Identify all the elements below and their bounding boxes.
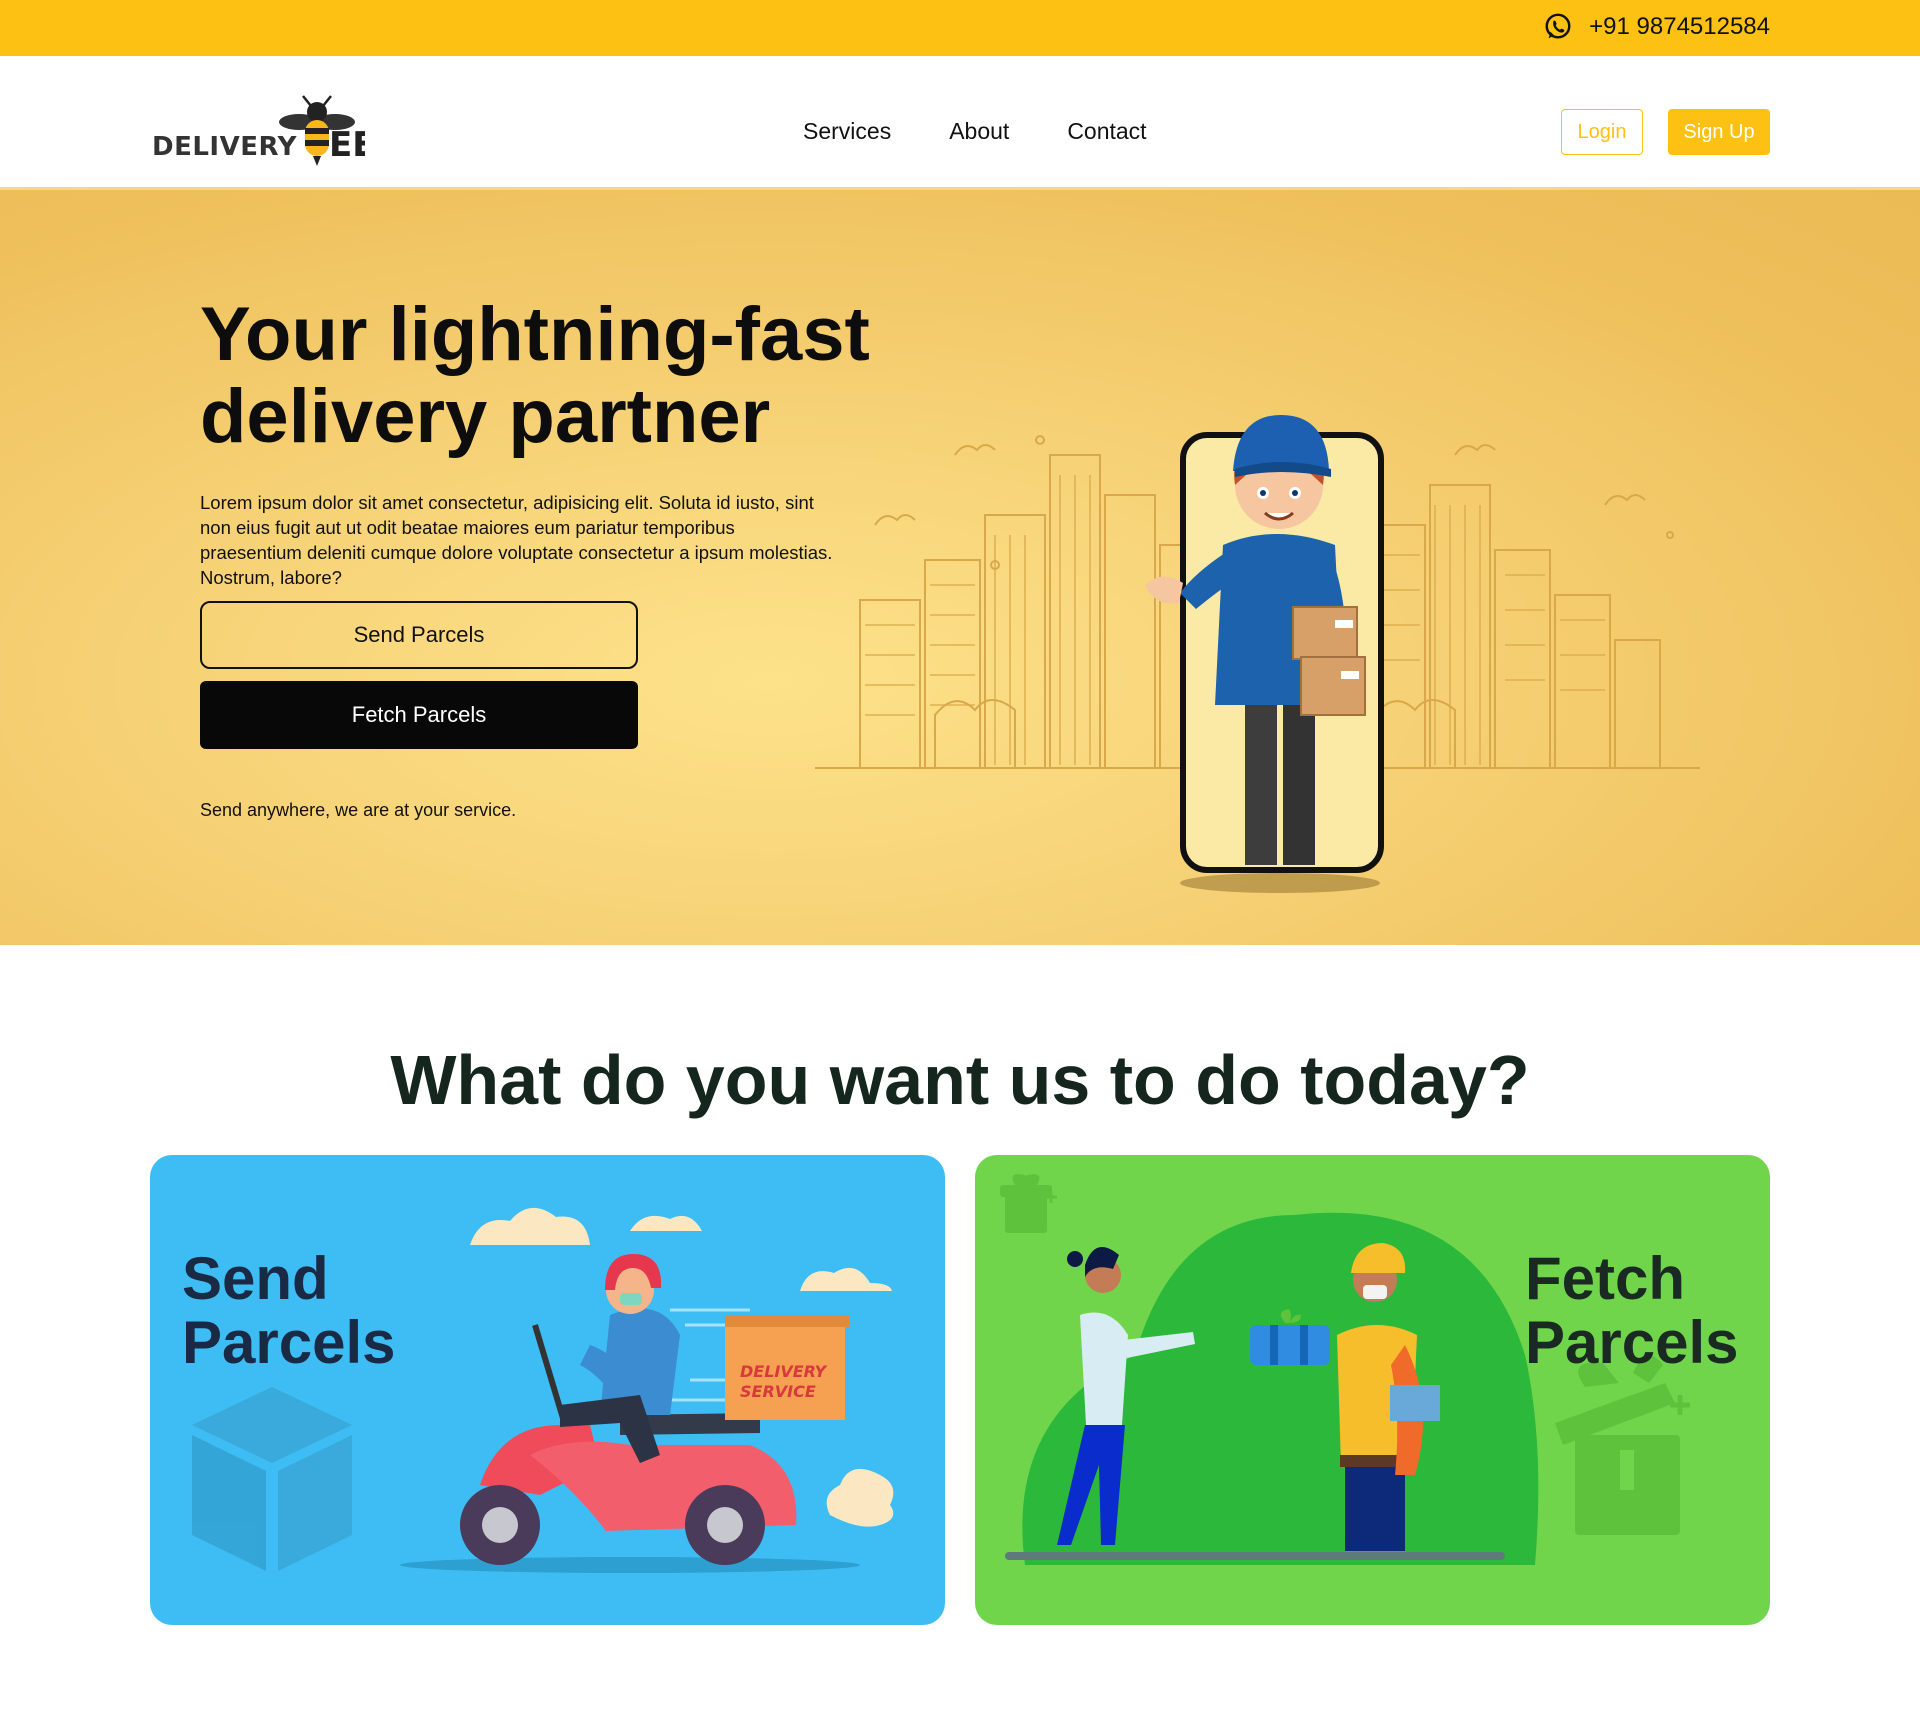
nav-link-about[interactable]: About [949,118,1009,145]
nav-link-services[interactable]: Services [803,118,891,145]
send-parcels-card[interactable]: DELIVERY SERVICE Send Parcels [150,1155,945,1625]
hero-section: Your lightning-fast delivery partner Lor… [0,190,1920,945]
send-parcels-button[interactable]: Send Parcels [200,601,638,669]
box-label-line1: DELIVERY [740,1362,828,1381]
fetch-parcels-card[interactable]: Fetch Parcels [975,1155,1770,1625]
nav-link-contact[interactable]: Contact [1067,118,1146,145]
login-button[interactable]: Login [1561,109,1643,155]
signup-button[interactable]: Sign Up [1668,109,1770,155]
phone-number: +91 9874512584 [1589,13,1770,40]
send-card-title-line2: Parcels [182,1309,396,1376]
parcel-handover-illustration [1000,1174,1690,1565]
send-card-title: Send Parcels [182,1247,396,1375]
main-navbar: DELIVERY EE Services About Contact Login… [0,56,1920,190]
fetch-card-title-line2: Parcels [1525,1309,1739,1376]
services-heading: What do you want us to do today? [390,1041,1530,1119]
scooter-delivery-illustration: DELIVERY SERVICE [192,1207,894,1573]
bee-icon: EE [279,95,365,166]
nav-links: Services About Contact [803,118,1147,145]
svg-text:EE: EE [329,125,365,165]
whatsapp-icon [1545,13,1571,39]
fetch-parcels-button[interactable]: Fetch Parcels [200,681,638,749]
contact-phone[interactable]: +91 9874512584 [1543,12,1770,42]
logo[interactable]: DELIVERY EE [150,94,365,174]
fetch-card-title: Fetch Parcels [1525,1247,1739,1375]
fetch-card-title-line1: Fetch [1525,1245,1686,1312]
box-label-line2: SERVICE [740,1382,816,1401]
top-bar: +91 9874512584 [0,0,1920,56]
hero-description: Lorem ipsum dolor sit amet consectetur, … [200,492,833,588]
hero-tagline: Send anywhere, we are at your service. [200,800,517,820]
send-card-title-line1: Send [182,1245,329,1312]
delivery-man-illustration [815,415,1700,893]
hero-title: Your lightning-fast delivery partner [200,292,870,459]
